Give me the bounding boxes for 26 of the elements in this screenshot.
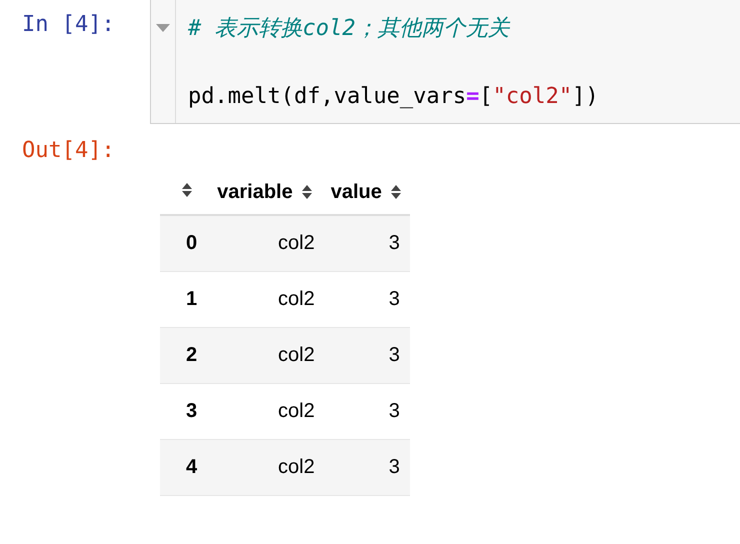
input-prompt: In [4]: (22, 12, 115, 37)
column-header[interactable]: variable (217, 180, 293, 204)
sort-icon[interactable] (181, 182, 194, 198)
row-index: 1 (186, 288, 198, 310)
table-cell: 3 (388, 288, 400, 310)
sort-icon[interactable] (300, 184, 313, 200)
table-cell: col2 (278, 288, 315, 310)
row-index: 4 (186, 456, 198, 478)
table-cell: 3 (388, 232, 400, 254)
row-index: 2 (186, 344, 198, 366)
table-cell: 3 (388, 456, 400, 478)
sort-icon[interactable] (390, 184, 402, 200)
row-index: 3 (186, 400, 198, 422)
table-cell: col2 (278, 232, 315, 254)
output-prompt: Out[4]: (22, 138, 115, 163)
table-cell: col2 (278, 400, 315, 422)
code-line: # 表示转换col2；其他两个无关 (188, 16, 510, 41)
table-cell: 3 (388, 400, 400, 422)
table-cell: col2 (278, 344, 315, 366)
table-cell: 3 (388, 344, 400, 366)
code-line: pd.melt(df,value_vars=["col2"]) (188, 84, 599, 109)
table-cell: col2 (278, 456, 315, 478)
collapse-triangle-icon[interactable] (156, 24, 170, 32)
column-header[interactable]: value (330, 180, 382, 204)
code-cell[interactable]: # 表示转换col2；其他两个无关 pd.melt(df,value_vars=["col2"]) (150, 0, 740, 124)
row-index: 0 (186, 232, 198, 254)
